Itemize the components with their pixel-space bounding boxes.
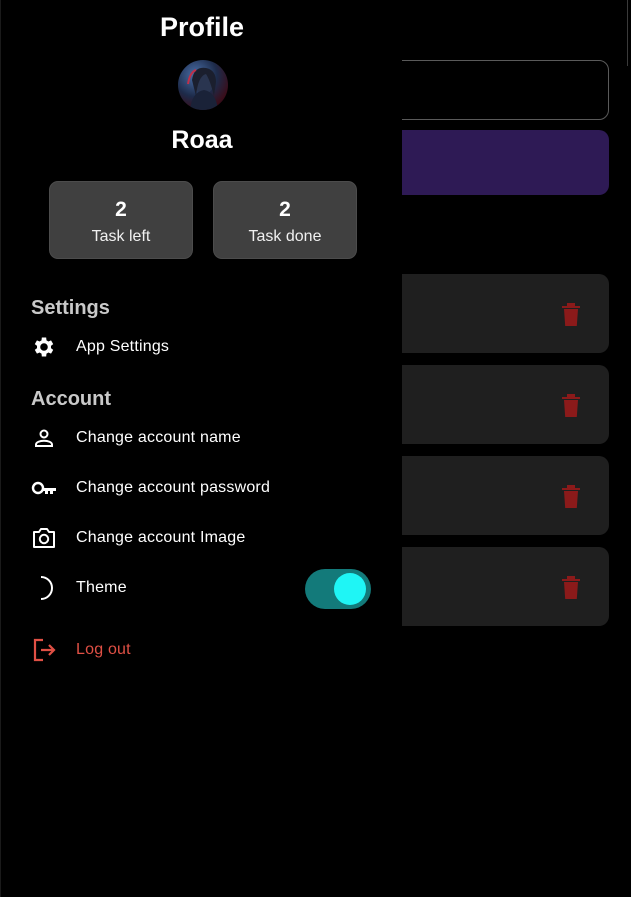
app-settings-label: App Settings xyxy=(76,338,170,355)
drawer-title: Profile xyxy=(159,12,245,42)
user-name: Roaa xyxy=(171,126,233,154)
tasks-left-count: 2 xyxy=(115,198,127,221)
tasks-left-card: 2 Task left xyxy=(49,181,193,259)
logout-item[interactable]: Log out xyxy=(29,632,379,668)
key-icon xyxy=(29,473,59,503)
tasks-done-card: 2 Task done xyxy=(213,181,357,259)
change-image-label: Change account Image xyxy=(76,529,246,546)
avatar[interactable] xyxy=(178,60,228,110)
change-name-label: Change account name xyxy=(76,429,241,446)
theme-label: Theme xyxy=(76,579,127,596)
app-settings-item[interactable]: App Settings xyxy=(29,329,379,365)
theme-toggle-knob xyxy=(334,573,366,605)
camera-icon xyxy=(29,523,59,553)
change-image-item[interactable]: Change account Image xyxy=(29,520,379,556)
trash-icon[interactable] xyxy=(559,392,583,418)
settings-section-title: Settings xyxy=(31,297,110,319)
logout-label: Log out xyxy=(76,641,131,658)
change-password-label: Change account password xyxy=(76,479,271,496)
trash-icon[interactable] xyxy=(559,483,583,509)
trash-icon[interactable] xyxy=(559,574,583,600)
tasks-done-label: Task done xyxy=(248,228,322,245)
tasks-left-label: Task left xyxy=(91,228,151,245)
theme-toggle[interactable] xyxy=(305,569,371,609)
window-edge xyxy=(627,0,631,66)
logout-icon xyxy=(29,635,59,665)
avatar-image xyxy=(187,67,218,110)
tasks-done-count: 2 xyxy=(279,198,291,221)
person-icon xyxy=(29,423,59,453)
profile-drawer: Profile Roaa 2 Task left 2 Task done Set… xyxy=(0,0,402,897)
change-password-item[interactable]: Change account password xyxy=(29,470,379,506)
trash-icon[interactable] xyxy=(559,301,583,327)
change-name-item[interactable]: Change account name xyxy=(29,420,379,456)
account-section-title: Account xyxy=(31,388,111,410)
gear-icon xyxy=(29,332,59,362)
moon-icon xyxy=(29,573,59,603)
